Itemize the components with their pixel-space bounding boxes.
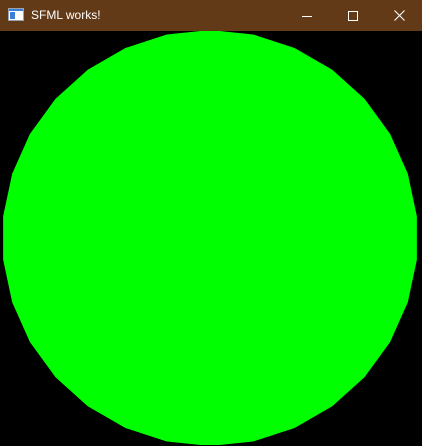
render-canvas[interactable] <box>1 31 421 445</box>
maximize-icon <box>348 10 358 21</box>
minimize-icon <box>302 11 312 21</box>
close-icon <box>393 10 405 21</box>
scene-svg <box>1 31 421 445</box>
title-bar[interactable]: SFML works! <box>0 0 422 31</box>
maximize-button[interactable] <box>330 0 376 31</box>
green-circle-shape <box>3 31 417 445</box>
minimize-button[interactable] <box>284 0 330 31</box>
sfml-window-icon <box>8 8 24 21</box>
window-title: SFML works! <box>31 8 101 22</box>
app-window: SFML works! <box>0 0 422 446</box>
close-button[interactable] <box>376 0 422 31</box>
